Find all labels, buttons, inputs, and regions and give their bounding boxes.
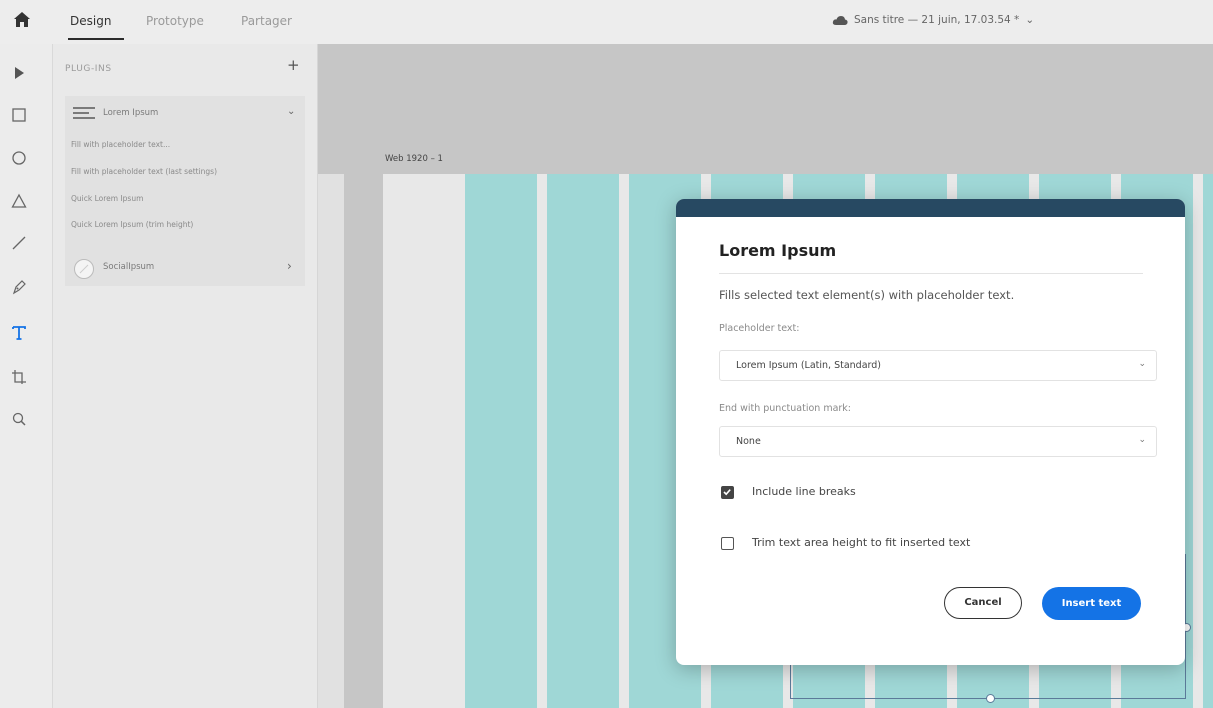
divider (719, 273, 1143, 274)
punctuation-value: None (736, 436, 761, 447)
plugins-header: PLUG-INS (65, 64, 112, 74)
top-bar: Design Prototype Partager Sans titre — 2… (0, 0, 1213, 44)
insert-text-button[interactable]: Insert text (1042, 587, 1141, 620)
artboard-label[interactable]: Web 1920 – 1 (385, 154, 443, 164)
chevron-down-icon: ⌄ (1138, 435, 1146, 445)
checkmark-icon (723, 489, 731, 496)
trim-height-label[interactable]: Trim text area height to fit inserted te… (752, 536, 970, 549)
dialog-title: Lorem Ipsum (719, 241, 837, 260)
punctuation-label: End with punctuation mark: (719, 403, 852, 414)
placeholder-text-value: Lorem Ipsum (Latin, Standard) (736, 360, 882, 371)
chevron-right-icon[interactable]: › (287, 259, 292, 273)
trim-height-checkbox[interactable] (721, 537, 734, 550)
socialipsum-icon (74, 259, 94, 279)
triangle-icon[interactable] (10, 192, 28, 210)
punctuation-select[interactable]: None ⌄ (719, 426, 1157, 457)
plugin-command[interactable]: Quick Lorem Ipsum (trim height) (71, 220, 193, 229)
tab-prototype[interactable]: Prototype (146, 14, 204, 28)
layout-grid-column (1203, 174, 1213, 708)
rectangle-icon[interactable] (10, 106, 28, 124)
cloud-icon (832, 15, 848, 25)
document-title[interactable]: Sans titre — 21 juin, 17.03.54 * ⌄ (832, 14, 1034, 26)
placeholder-text-select[interactable]: Lorem Ipsum (Latin, Standard) ⌄ (719, 350, 1157, 381)
cancel-button[interactable]: Cancel (944, 587, 1022, 619)
chevron-down-icon[interactable]: ⌄ (287, 106, 295, 117)
active-tab-indicator (68, 38, 124, 40)
plugin-command[interactable]: Quick Lorem Ipsum (71, 194, 143, 203)
plugin-command[interactable]: Fill with placeholder text... (71, 140, 170, 149)
add-plugin-button[interactable]: + (287, 56, 300, 74)
canvas-strip (318, 174, 344, 708)
pen-icon[interactable] (10, 278, 28, 296)
plugins-panel: PLUG-INS + Lorem Ipsum ⌄ Fill with place… (53, 44, 318, 708)
tab-design[interactable]: Design (70, 14, 111, 28)
artboard-icon[interactable] (10, 368, 28, 386)
tools-toolbar (0, 44, 53, 708)
lorem-ipsum-dialog: Lorem Ipsum Fills selected text element(… (676, 199, 1185, 665)
chevron-down-icon: ⌄ (1025, 14, 1035, 26)
home-icon[interactable] (12, 10, 32, 30)
document-title-text: Sans titre — 21 juin, 17.03.54 * (854, 14, 1020, 26)
plugin-command[interactable]: Fill with placeholder text (last setting… (71, 167, 217, 176)
plugin-lorem-ipsum: Lorem Ipsum ⌄ Fill with placeholder text… (65, 96, 305, 246)
select-icon[interactable] (10, 64, 28, 82)
tab-share[interactable]: Partager (241, 14, 292, 28)
line-icon[interactable] (10, 234, 28, 252)
plugin-name: SocialIpsum (103, 262, 155, 272)
include-line-breaks-checkbox[interactable] (721, 486, 734, 499)
plugin-lorem-ipsum-header[interactable]: Lorem Ipsum ⌄ (65, 96, 305, 130)
dialog-description: Fills selected text element(s) with plac… (719, 288, 1015, 302)
zoom-icon[interactable] (10, 410, 28, 428)
ellipse-icon[interactable] (10, 149, 28, 167)
include-line-breaks-label[interactable]: Include line breaks (752, 485, 856, 498)
plugin-socialipsum[interactable]: SocialIpsum › (65, 246, 305, 286)
placeholder-text-label: Placeholder text: (719, 323, 800, 334)
plugin-name: Lorem Ipsum (103, 108, 159, 118)
layout-grid-column (547, 174, 619, 708)
dialog-header-bar (676, 199, 1185, 217)
layout-grid-column (465, 174, 537, 708)
text-icon[interactable] (10, 324, 28, 342)
chevron-down-icon: ⌄ (1138, 359, 1146, 369)
lorem-ipsum-icon (73, 107, 95, 119)
resize-handle[interactable] (986, 694, 995, 703)
